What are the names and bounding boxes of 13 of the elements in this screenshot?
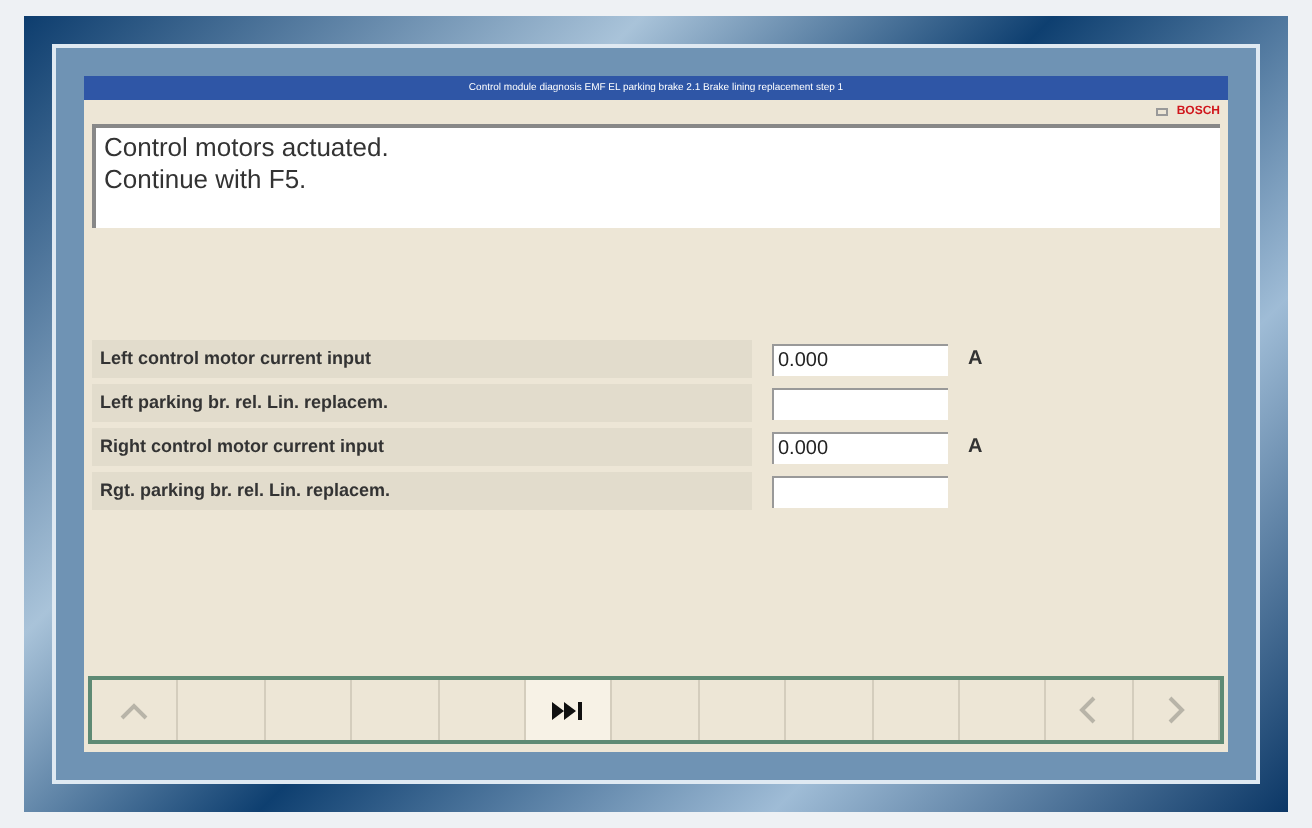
value-label: Rgt. parking br. rel. Lin. replacem. — [92, 472, 752, 510]
skip-forward-icon — [552, 701, 585, 719]
grid-icon — [1156, 108, 1169, 116]
message-text: Control motors actuated. — [104, 132, 391, 164]
value-field: 0.000 — [772, 343, 948, 375]
function-key[interactable] — [525, 680, 613, 740]
unit-label: A — [968, 346, 985, 374]
value-field: 0.000 — [772, 431, 948, 463]
value-label: Left parking br. rel. Lin. replacem. — [92, 384, 752, 422]
message-text: Continue with F5. — [104, 164, 309, 196]
unit-label: A — [968, 434, 985, 462]
value-label: Left control motor current input — [92, 340, 752, 378]
value-label: Right control motor current input — [92, 428, 752, 466]
